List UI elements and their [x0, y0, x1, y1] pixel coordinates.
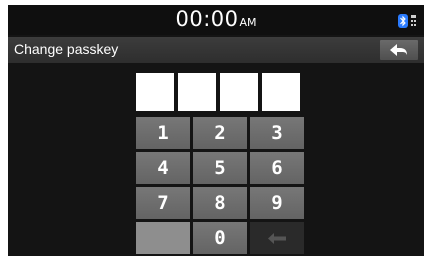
key-0[interactable]: 0	[193, 222, 247, 254]
key-4[interactable]: 4	[136, 152, 190, 184]
backspace-button[interactable]	[250, 222, 304, 254]
key-blank	[136, 222, 190, 254]
passkey-display	[136, 73, 300, 111]
status-icons	[398, 13, 418, 29]
key-8[interactable]: 8	[193, 187, 247, 219]
key-7[interactable]: 7	[136, 187, 190, 219]
passkey-digit-4	[262, 73, 300, 111]
back-button[interactable]	[380, 40, 418, 60]
key-2[interactable]: 2	[193, 117, 247, 149]
backspace-arrow-icon	[268, 232, 286, 244]
clock-ampm: AM	[239, 16, 257, 29]
clock: 00:00AM	[8, 7, 424, 31]
clock-time: 00:00	[175, 7, 239, 31]
title-bar: Change passkey	[8, 37, 424, 63]
passkey-digit-2	[178, 73, 216, 111]
key-5[interactable]: 5	[193, 152, 247, 184]
phone-signal-icon	[411, 15, 416, 26]
screen: 00:00AM Change passkey 1 2 3 4 5 6 7 8 9…	[8, 5, 424, 256]
key-6[interactable]: 6	[250, 152, 304, 184]
keypad: 1 2 3 4 5 6 7 8 9 0	[136, 117, 304, 254]
key-3[interactable]: 3	[250, 117, 304, 149]
status-bar: 00:00AM	[8, 5, 424, 35]
passkey-digit-1	[136, 73, 174, 111]
page-title: Change passkey	[14, 41, 119, 57]
passkey-digit-3	[220, 73, 258, 111]
key-1[interactable]: 1	[136, 117, 190, 149]
back-arrow-icon	[390, 44, 407, 56]
bluetooth-icon	[398, 14, 408, 28]
key-9[interactable]: 9	[250, 187, 304, 219]
